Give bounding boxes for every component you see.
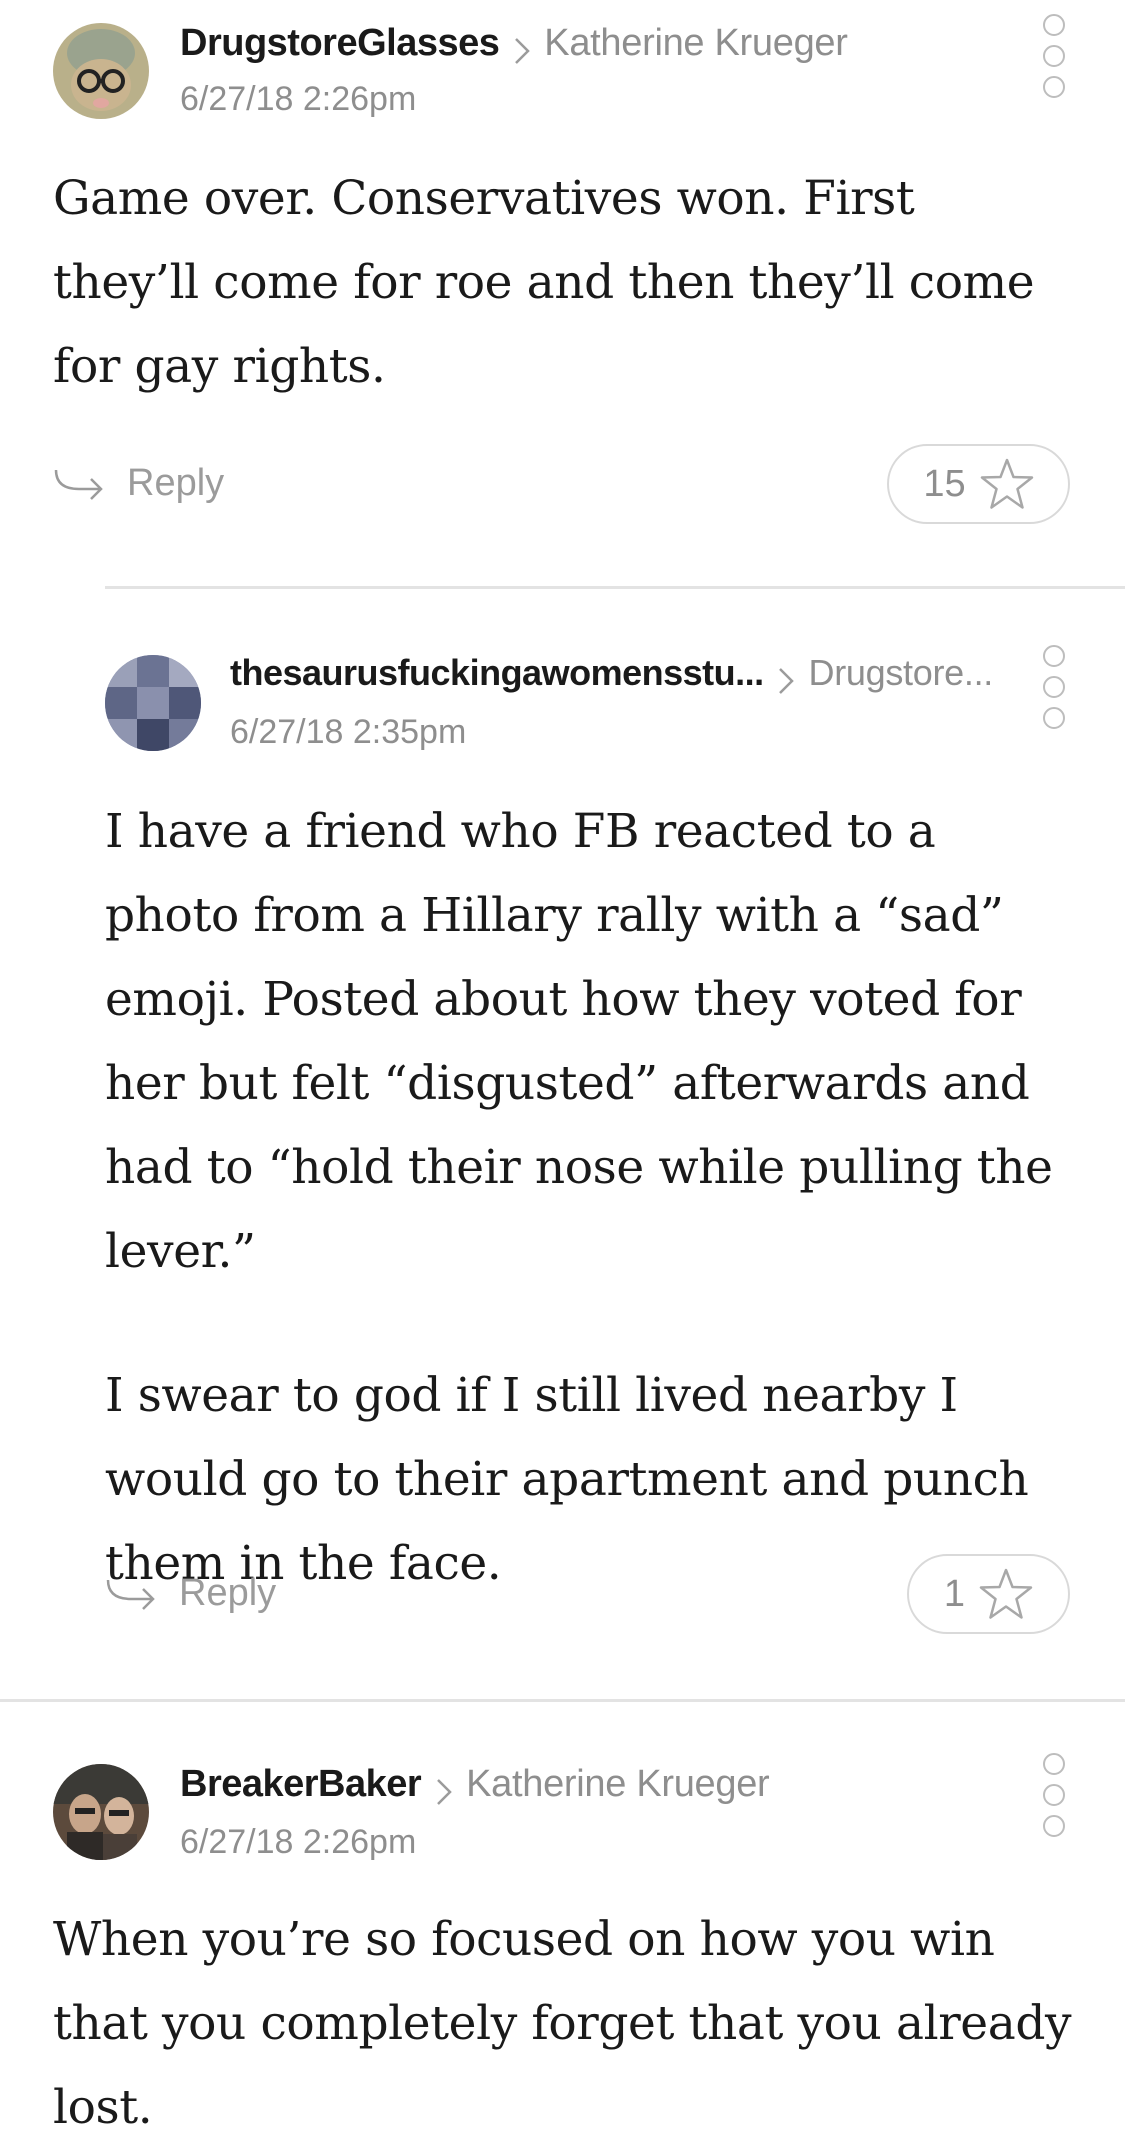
reply-divider xyxy=(105,586,1125,589)
chevron-right-icon xyxy=(434,1776,454,1808)
avatar-cat-glasses-image xyxy=(53,23,149,119)
author-name[interactable]: DrugstoreGlasses xyxy=(180,22,500,64)
star-button[interactable]: 1 xyxy=(907,1554,1070,1634)
reply-arrow-icon xyxy=(106,1579,155,1610)
avatar[interactable] xyxy=(105,655,201,751)
avatar-pixel-pattern-image xyxy=(105,655,201,751)
star-outline-icon xyxy=(980,458,1033,509)
more-options-icon[interactable] xyxy=(1043,645,1067,729)
comment-1: DrugstoreGlasses Katherine Krueger 6/27/… xyxy=(0,0,1125,560)
comment-body: When you’re so focused on how you win th… xyxy=(53,1898,1083,2150)
comment-header: thesaurusfuckingawomensstu... Drugstore.… xyxy=(230,652,993,697)
comment-body: I have a friend who FB reacted to a phot… xyxy=(105,790,1070,1606)
avatar[interactable] xyxy=(53,1764,149,1860)
avatar[interactable] xyxy=(53,23,149,119)
comment-timestamp[interactable]: 6/27/18 2:35pm xyxy=(230,713,466,752)
comment-paragraph: I have a friend who FB reacted to a phot… xyxy=(105,804,1053,1279)
chevron-right-icon xyxy=(776,665,796,697)
reply-button[interactable]: Reply xyxy=(105,1572,276,1615)
comment-timestamp[interactable]: 6/27/18 2:26pm xyxy=(180,1823,416,1862)
reply-to-name[interactable]: Katherine Krueger xyxy=(466,1763,770,1805)
comment-timestamp[interactable]: 6/27/18 2:26pm xyxy=(180,80,416,119)
comment-header: DrugstoreGlasses Katherine Krueger xyxy=(180,22,848,67)
comment-header: BreakerBaker Katherine Krueger xyxy=(180,1763,770,1808)
reply-label: Reply xyxy=(127,462,225,504)
reply-button[interactable]: Reply xyxy=(53,462,224,505)
reply-arrow-icon xyxy=(54,469,103,500)
author-name[interactable]: thesaurusfuckingawomensstu... xyxy=(230,652,764,693)
comment-paragraph: When you’re so focused on how you win th… xyxy=(53,1912,1072,2135)
star-count: 15 xyxy=(923,462,966,505)
comment-3: BreakerBaker Katherine Krueger 6/27/18 2… xyxy=(0,1700,1125,2135)
comment-body: Game over. Conservatives won. First they… xyxy=(53,157,1053,409)
more-options-icon[interactable] xyxy=(1043,1753,1067,1837)
reply-to-name[interactable]: Drugstore... xyxy=(809,652,994,693)
comment-2: thesaurusfuckingawomensstu... Drugstore.… xyxy=(0,600,1125,1700)
more-options-icon[interactable] xyxy=(1043,14,1067,98)
reply-to-name[interactable]: Katherine Krueger xyxy=(544,22,848,64)
star-count: 1 xyxy=(943,1572,966,1615)
comment-paragraph: Game over. Conservatives won. First they… xyxy=(53,171,1035,394)
reply-label: Reply xyxy=(179,1572,277,1614)
author-name[interactable]: BreakerBaker xyxy=(180,1763,422,1805)
avatar-photo-image xyxy=(53,1764,149,1860)
chevron-right-icon xyxy=(512,35,532,67)
star-button[interactable]: 15 xyxy=(887,444,1070,524)
star-outline-icon xyxy=(979,1568,1033,1619)
